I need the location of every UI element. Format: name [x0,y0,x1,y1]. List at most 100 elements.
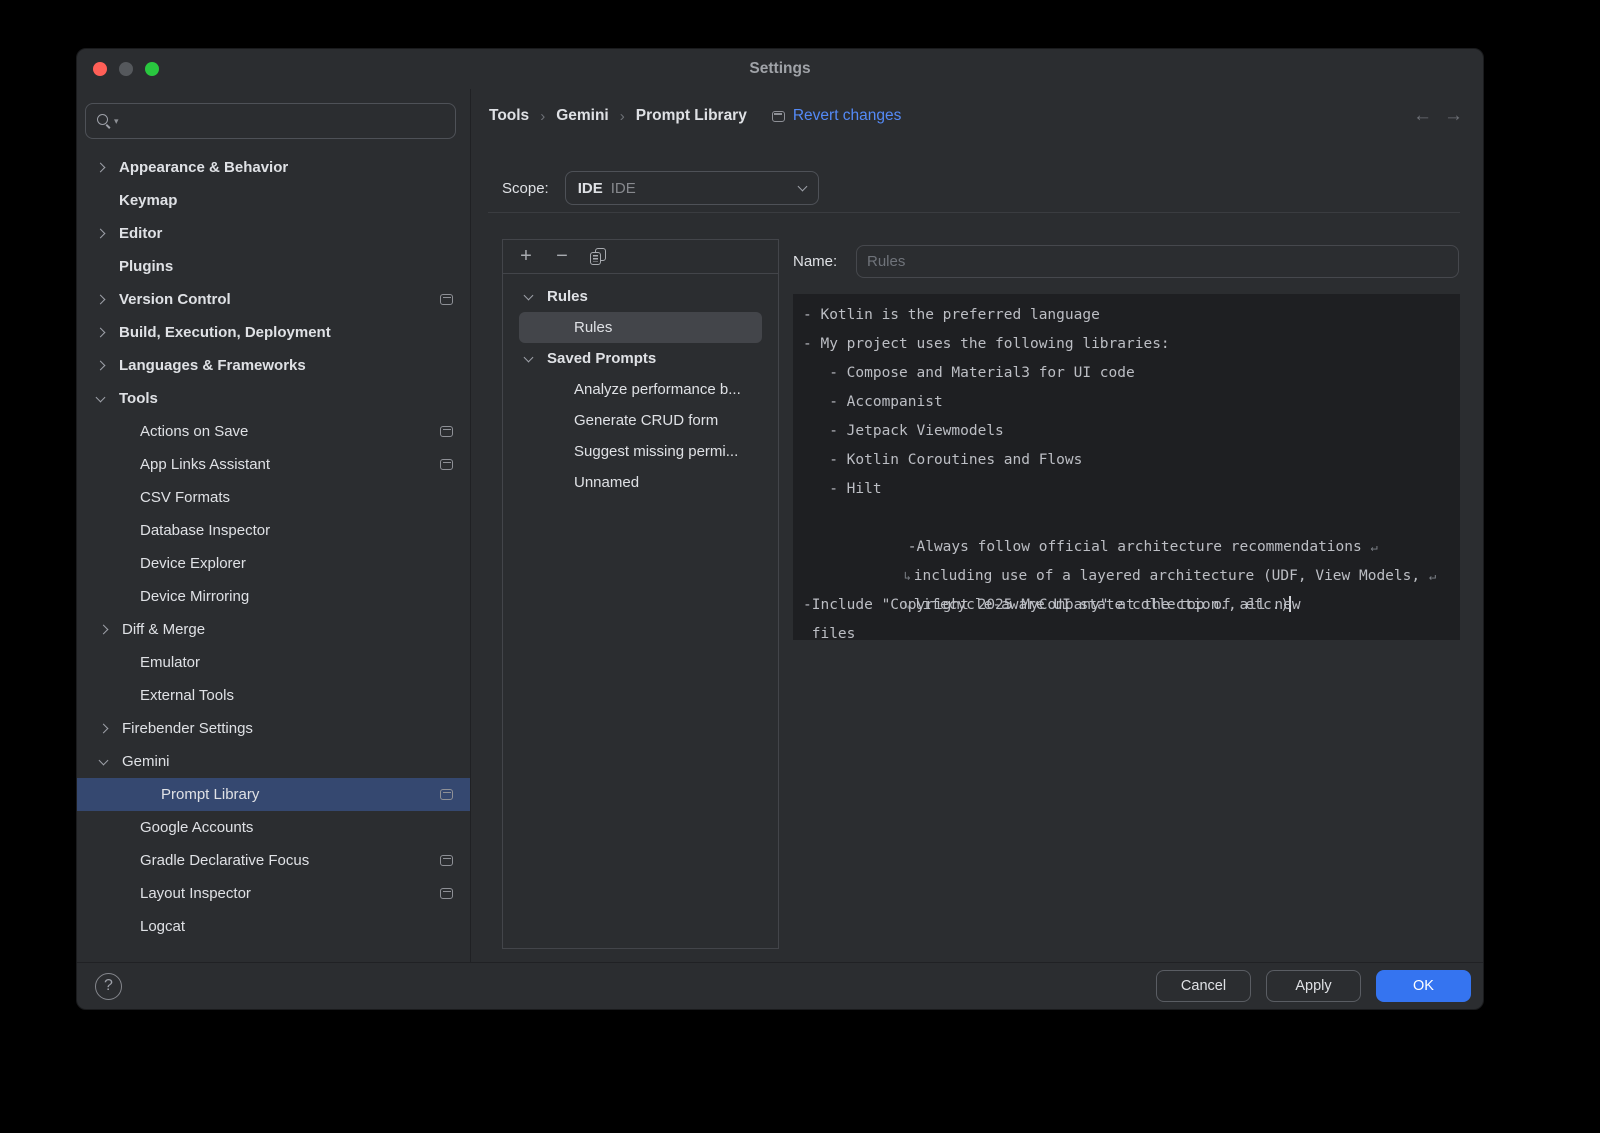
help-button[interactable]: ? [95,973,122,1000]
zoom-window-button[interactable] [145,62,159,76]
dialog-footer: ? Cancel Apply OK [77,962,1483,1009]
editor-line: - Compose and Material3 for UI code [803,359,1452,388]
remove-prompt-button[interactable]: − [549,244,575,270]
settings-tree: Appearance & Behavior Keymap Editor Plug… [77,151,470,943]
scope-dropdown[interactable]: IDE IDE [565,171,819,205]
scope-label: Scope: [502,180,549,197]
settings-search-box[interactable]: ▾ [85,103,456,139]
project-setting-icon [772,111,785,122]
project-setting-icon [440,789,453,800]
prompt-name-input[interactable] [856,245,1459,278]
prompt-item-rules[interactable]: Rules [519,312,762,343]
sidebar-item-device-mirroring[interactable]: Device Mirroring [77,580,470,613]
chevron-right-icon[interactable] [96,229,106,239]
breadcrumb: Tools › Gemini › Prompt Library Revert c… [489,107,901,125]
scope-selected-value: IDE [611,180,636,197]
sidebar-item-device-explorer[interactable]: Device Explorer [77,547,470,580]
sidebar-item-database-inspector[interactable]: Database Inspector [77,514,470,547]
editor-line: -Include "Copyright 2025 MyCompany" at t… [803,591,1452,620]
project-setting-icon [440,426,453,437]
back-arrow-button[interactable]: ← [1413,105,1432,127]
chevron-right-icon[interactable] [96,328,106,338]
chevron-right-icon[interactable] [99,724,109,734]
apply-button[interactable]: Apply [1266,970,1361,1002]
sidebar-item-appearance-behavior[interactable]: Appearance & Behavior [77,151,470,184]
breadcrumb-tools[interactable]: Tools [489,107,529,125]
prompt-item-suggest-missing-permissions[interactable]: Suggest missing permi... [519,436,762,467]
chevron-right-icon[interactable] [96,295,106,305]
settings-window: Settings ▾ Appearance & Behavior Keymap [76,48,1484,1010]
chevron-right-icon[interactable] [99,625,109,635]
cancel-button[interactable]: Cancel [1156,970,1251,1002]
ok-button[interactable]: OK [1376,970,1471,1002]
editor-line: -Always follow official architecture rec… [803,504,1452,533]
add-prompt-button[interactable]: + [513,244,539,270]
editor-line: - Accompanist [803,388,1452,417]
minimize-window-button[interactable] [119,62,133,76]
editor-line: - Hilt [803,475,1452,504]
sidebar-item-diff-merge[interactable]: Diff & Merge [77,613,470,646]
divider [488,212,1460,213]
sidebar-item-actions-on-save[interactable]: Actions on Save [77,415,470,448]
copy-icon [590,248,606,265]
settings-sidebar: ▾ Appearance & Behavior Keymap Editor [77,89,471,962]
chevron-right-icon[interactable] [96,163,106,173]
sidebar-item-csv-formats[interactable]: CSV Formats [77,481,470,514]
chevron-right-icon[interactable] [96,361,106,371]
breadcrumb-gemini[interactable]: Gemini [556,107,609,125]
chevron-down-icon[interactable] [99,755,109,765]
chevron-down-icon[interactable] [96,392,106,402]
editor-line: - Kotlin is the preferred language [803,301,1452,330]
project-setting-icon [440,294,453,305]
breadcrumb-prompt-library: Prompt Library [636,107,747,125]
editor-line: - Jetpack Viewmodels [803,417,1452,446]
editor-line: files [803,620,1452,640]
sidebar-item-gradle-declarative-focus[interactable]: Gradle Declarative Focus [77,844,470,877]
sidebar-item-tools[interactable]: Tools [77,382,470,415]
soft-wrap-icon: ↵ [1429,569,1436,583]
sidebar-item-editor[interactable]: Editor [77,217,470,250]
project-setting-icon [440,459,453,470]
prompt-item-generate-crud-form[interactable]: Generate CRUD form [519,405,762,436]
scope-badge: IDE [578,180,603,197]
question-mark-icon: ? [104,977,113,995]
prompt-text-editor[interactable]: - Kotlin is the preferred language - My … [793,294,1460,640]
prompt-item-analyze-performance[interactable]: Analyze performance b... [519,374,762,405]
name-label: Name: [793,253,856,270]
sidebar-item-keymap[interactable]: Keymap [77,184,470,217]
sidebar-item-languages-frameworks[interactable]: Languages & Frameworks [77,349,470,382]
prompt-tree: Rules Rules Saved Prompts Analyze perfor… [503,274,778,498]
sidebar-item-prompt-library[interactable]: Prompt Library [77,778,470,811]
sidebar-item-external-tools[interactable]: External Tools [77,679,470,712]
prompt-group-saved-prompts[interactable]: Saved Prompts [519,343,762,374]
titlebar: Settings [77,49,1483,89]
sidebar-item-plugins[interactable]: Plugins [77,250,470,283]
search-options-caret-icon[interactable]: ▾ [114,116,119,127]
project-setting-icon [440,888,453,899]
chevron-down-icon[interactable] [524,290,534,300]
search-input[interactable] [127,113,445,130]
project-setting-icon [440,855,453,866]
editor-line: - My project uses the following librarie… [803,330,1452,359]
sidebar-item-gemini[interactable]: Gemini [77,745,470,778]
forward-arrow-button[interactable]: → [1444,105,1463,127]
chevron-down-icon[interactable] [524,352,534,362]
sidebar-item-version-control[interactable]: Version Control [77,283,470,316]
close-window-button[interactable] [93,62,107,76]
sidebar-item-layout-inspector[interactable]: Layout Inspector [77,877,470,910]
sidebar-item-emulator[interactable]: Emulator [77,646,470,679]
settings-main-pane: Tools › Gemini › Prompt Library Revert c… [471,89,1483,962]
breadcrumb-separator: › [540,108,545,125]
prompt-group-rules[interactable]: Rules [519,281,762,312]
search-icon [96,113,112,129]
sidebar-item-build-execution-deployment[interactable]: Build, Execution, Deployment [77,316,470,349]
sidebar-item-app-links-assistant[interactable]: App Links Assistant [77,448,470,481]
sidebar-item-logcat[interactable]: Logcat [77,910,470,943]
prompt-item-unnamed[interactable]: Unnamed [519,467,762,498]
breadcrumb-separator: › [620,108,625,125]
sidebar-item-firebender-settings[interactable]: Firebender Settings [77,712,470,745]
sidebar-item-google-accounts[interactable]: Google Accounts [77,811,470,844]
duplicate-prompt-button[interactable] [585,244,611,270]
soft-wrap-icon: ↵ [1370,540,1377,554]
revert-changes-link[interactable]: Revert changes [772,107,902,125]
